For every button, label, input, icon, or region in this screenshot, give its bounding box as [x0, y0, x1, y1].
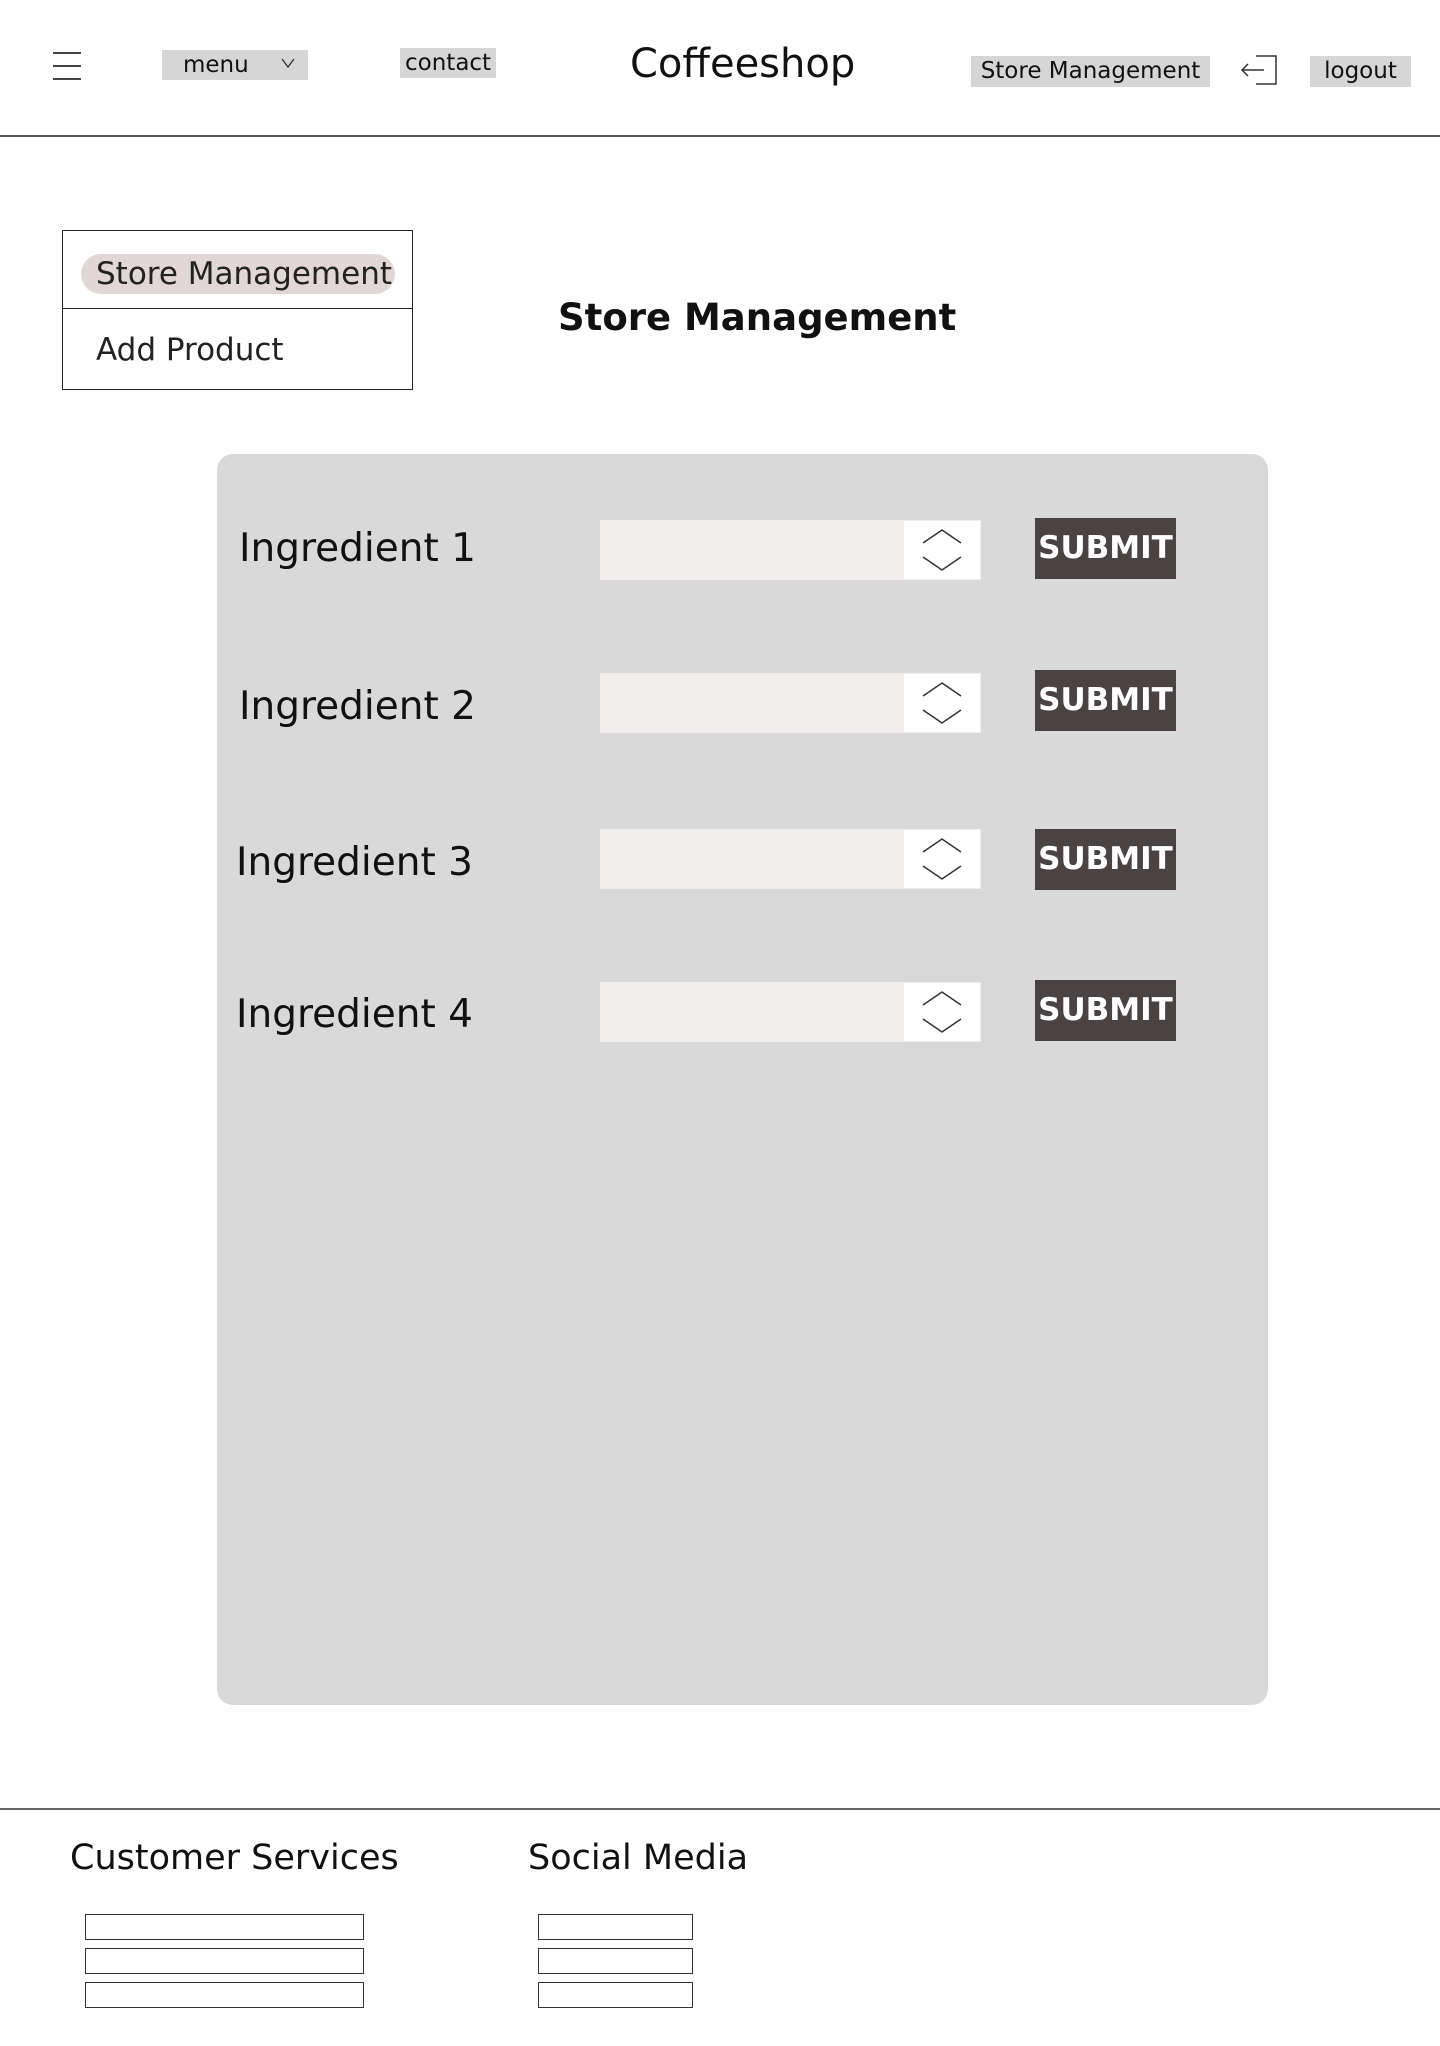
ingredient-label: Ingredient 2: [239, 684, 476, 729]
social-media-link[interactable]: [538, 1982, 693, 2008]
ingredient-panel: Ingredient 1 SUBMIT Ingredient 2 SUBMIT …: [217, 454, 1268, 1705]
ingredient-quantity-input: [600, 829, 981, 889]
submit-button[interactable]: SUBMIT: [1035, 829, 1176, 890]
side-nav-item-add-product[interactable]: Add Product: [63, 309, 412, 387]
page-title: Store Management: [558, 296, 957, 339]
footer: Customer Services Social Media: [0, 1808, 1440, 2046]
stepper-arrows-icon: [922, 529, 962, 571]
ingredient-input-field[interactable]: [600, 673, 904, 733]
customer-services-link[interactable]: [85, 1948, 364, 1974]
customer-services-link[interactable]: [85, 1982, 364, 2008]
side-nav-item-label: Store Management: [96, 256, 392, 292]
quantity-stepper[interactable]: [904, 830, 980, 888]
logout-button[interactable]: logout: [1310, 56, 1411, 87]
ingredient-input-field[interactable]: [600, 982, 904, 1042]
logout-icon[interactable]: [1240, 53, 1278, 87]
chevron-down-icon: [281, 58, 295, 69]
customer-services-link[interactable]: [85, 1914, 364, 1940]
brand-title: Coffeeshop: [630, 41, 856, 87]
stepper-arrows-icon: [922, 991, 962, 1033]
store-management-nav-link[interactable]: Store Management: [971, 56, 1210, 87]
stepper-arrows-icon: [922, 682, 962, 724]
quantity-stepper[interactable]: [904, 674, 980, 732]
quantity-stepper[interactable]: [904, 983, 980, 1041]
quantity-stepper[interactable]: [904, 521, 980, 579]
submit-button[interactable]: SUBMIT: [1035, 670, 1176, 731]
submit-button[interactable]: SUBMIT: [1035, 980, 1176, 1041]
ingredient-input-field[interactable]: [600, 520, 904, 580]
ingredient-quantity-input: [600, 520, 981, 580]
social-media-link[interactable]: [538, 1948, 693, 1974]
side-nav-item-label: Add Product: [96, 332, 284, 368]
ingredient-label: Ingredient 4: [236, 992, 473, 1037]
contact-link[interactable]: contact: [400, 48, 497, 78]
ingredient-quantity-input: [600, 673, 981, 733]
social-media-heading: Social Media: [528, 1838, 749, 1878]
hamburger-icon[interactable]: [53, 51, 81, 81]
side-nav-item-store-management[interactable]: Store Management: [63, 231, 412, 309]
ingredient-label: Ingredient 3: [236, 840, 473, 885]
stepper-arrows-icon: [922, 838, 962, 880]
ingredient-input-field[interactable]: [600, 829, 904, 889]
submit-button[interactable]: SUBMIT: [1035, 518, 1176, 579]
customer-services-heading: Customer Services: [70, 1838, 399, 1878]
ingredient-quantity-input: [600, 982, 981, 1042]
menu-dropdown[interactable]: menu: [162, 50, 308, 80]
menu-dropdown-label: menu: [183, 52, 249, 78]
social-media-link[interactable]: [538, 1914, 693, 1940]
side-nav: Store Management Add Product: [62, 230, 413, 390]
top-nav-bar: menu contact Coffeeshop Store Management…: [0, 0, 1440, 137]
ingredient-label: Ingredient 1: [239, 526, 476, 571]
